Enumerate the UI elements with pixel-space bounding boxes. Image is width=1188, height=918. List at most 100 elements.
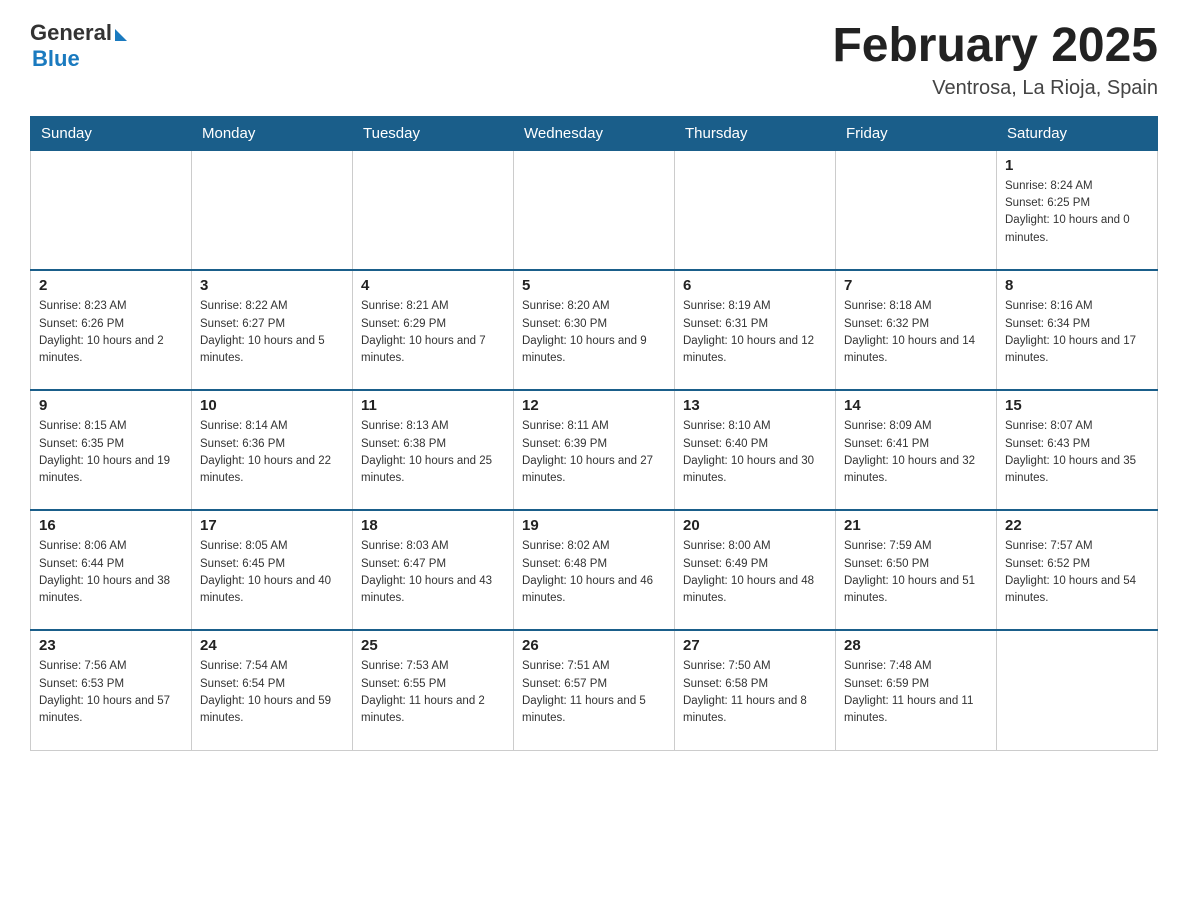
calendar-cell bbox=[192, 150, 353, 270]
calendar-header-friday: Friday bbox=[836, 116, 997, 150]
day-info: Sunrise: 8:07 AMSunset: 6:43 PMDaylight:… bbox=[1005, 418, 1149, 487]
day-number: 2 bbox=[39, 277, 183, 294]
calendar-cell bbox=[31, 150, 192, 270]
day-number: 26 bbox=[522, 637, 666, 654]
day-number: 7 bbox=[844, 277, 988, 294]
calendar-header-saturday: Saturday bbox=[997, 116, 1158, 150]
calendar-cell: 15 Sunrise: 8:07 AMSunset: 6:43 PMDayligh… bbox=[997, 390, 1158, 510]
calendar-cell: 7 Sunrise: 8:18 AMSunset: 6:32 PMDaylight… bbox=[836, 270, 997, 390]
logo-blue-text: Blue bbox=[32, 46, 80, 72]
day-number: 27 bbox=[683, 637, 827, 654]
day-info: Sunrise: 8:09 AMSunset: 6:41 PMDaylight:… bbox=[844, 418, 988, 487]
day-number: 28 bbox=[844, 637, 988, 654]
day-number: 11 bbox=[361, 397, 505, 414]
calendar-cell: 5 Sunrise: 8:20 AMSunset: 6:30 PMDaylight… bbox=[514, 270, 675, 390]
calendar-cell: 12 Sunrise: 8:11 AMSunset: 6:39 PMDayligh… bbox=[514, 390, 675, 510]
day-info: Sunrise: 7:57 AMSunset: 6:52 PMDaylight:… bbox=[1005, 538, 1149, 607]
calendar-cell: 22 Sunrise: 7:57 AMSunset: 6:52 PMDayligh… bbox=[997, 510, 1158, 630]
location-subtitle: Ventrosa, La Rioja, Spain bbox=[832, 77, 1158, 100]
day-number: 3 bbox=[200, 277, 344, 294]
day-info: Sunrise: 8:24 AMSunset: 6:25 PMDaylight:… bbox=[1005, 178, 1149, 247]
day-info: Sunrise: 8:10 AMSunset: 6:40 PMDaylight:… bbox=[683, 418, 827, 487]
day-number: 9 bbox=[39, 397, 183, 414]
day-info: Sunrise: 8:20 AMSunset: 6:30 PMDaylight:… bbox=[522, 298, 666, 367]
calendar-cell: 8Sunrise: 8:16 AMSunset: 6:34 PMDaylight… bbox=[997, 270, 1158, 390]
week-row-5: 23 Sunrise: 7:56 AMSunset: 6:53 PMDayligh… bbox=[31, 630, 1158, 750]
calendar-cell: 11Sunrise: 8:13 AMSunset: 6:38 PMDayligh… bbox=[353, 390, 514, 510]
day-number: 22 bbox=[1005, 517, 1149, 534]
calendar-header-wednesday: Wednesday bbox=[514, 116, 675, 150]
day-info: Sunrise: 8:06 AMSunset: 6:44 PMDaylight:… bbox=[39, 538, 183, 607]
day-number: 4 bbox=[361, 277, 505, 294]
day-info: Sunrise: 7:53 AMSunset: 6:55 PMDaylight:… bbox=[361, 658, 505, 727]
calendar-cell: 21 Sunrise: 7:59 AMSunset: 6:50 PMDayligh… bbox=[836, 510, 997, 630]
day-info: Sunrise: 8:21 AMSunset: 6:29 PMDaylight:… bbox=[361, 298, 505, 367]
calendar-cell bbox=[836, 150, 997, 270]
calendar-cell: 9 Sunrise: 8:15 AMSunset: 6:35 PMDaylight… bbox=[31, 390, 192, 510]
calendar-cell: 19Sunrise: 8:02 AMSunset: 6:48 PMDayligh… bbox=[514, 510, 675, 630]
calendar-table: SundayMondayTuesdayWednesdayThursdayFrid… bbox=[30, 116, 1158, 751]
calendar-header-thursday: Thursday bbox=[675, 116, 836, 150]
day-number: 13 bbox=[683, 397, 827, 414]
day-info: Sunrise: 8:03 AMSunset: 6:47 PMDaylight:… bbox=[361, 538, 505, 607]
calendar-cell: 20 Sunrise: 8:00 AMSunset: 6:49 PMDayligh… bbox=[675, 510, 836, 630]
calendar-cell: 3 Sunrise: 8:22 AMSunset: 6:27 PMDaylight… bbox=[192, 270, 353, 390]
calendar-cell: 1 Sunrise: 8:24 AMSunset: 6:25 PMDaylight… bbox=[997, 150, 1158, 270]
calendar-cell bbox=[514, 150, 675, 270]
calendar-cell: 16 Sunrise: 8:06 AMSunset: 6:44 PMDayligh… bbox=[31, 510, 192, 630]
day-number: 23 bbox=[39, 637, 183, 654]
day-info: Sunrise: 8:18 AMSunset: 6:32 PMDaylight:… bbox=[844, 298, 988, 367]
calendar-cell: 10 Sunrise: 8:14 AMSunset: 6:36 PMDayligh… bbox=[192, 390, 353, 510]
day-number: 5 bbox=[522, 277, 666, 294]
day-number: 15 bbox=[1005, 397, 1149, 414]
logo-general-text: General bbox=[30, 20, 112, 46]
day-number: 16 bbox=[39, 517, 183, 534]
calendar-cell: 2 Sunrise: 8:23 AMSunset: 6:26 PMDaylight… bbox=[31, 270, 192, 390]
calendar-cell bbox=[997, 630, 1158, 750]
day-number: 21 bbox=[844, 517, 988, 534]
day-number: 12 bbox=[522, 397, 666, 414]
week-row-3: 9 Sunrise: 8:15 AMSunset: 6:35 PMDaylight… bbox=[31, 390, 1158, 510]
logo-arrow-icon bbox=[115, 29, 127, 41]
calendar-cell: 4 Sunrise: 8:21 AMSunset: 6:29 PMDaylight… bbox=[353, 270, 514, 390]
calendar-header-monday: Monday bbox=[192, 116, 353, 150]
day-info: Sunrise: 8:00 AMSunset: 6:49 PMDaylight:… bbox=[683, 538, 827, 607]
day-number: 25 bbox=[361, 637, 505, 654]
week-row-1: 1 Sunrise: 8:24 AMSunset: 6:25 PMDaylight… bbox=[31, 150, 1158, 270]
day-info: Sunrise: 8:23 AMSunset: 6:26 PMDaylight:… bbox=[39, 298, 183, 367]
calendar-cell: 25 Sunrise: 7:53 AMSunset: 6:55 PMDayligh… bbox=[353, 630, 514, 750]
day-number: 18 bbox=[361, 517, 505, 534]
day-info: Sunrise: 7:59 AMSunset: 6:50 PMDaylight:… bbox=[844, 538, 988, 607]
calendar-cell: 14 Sunrise: 8:09 AMSunset: 6:41 PMDayligh… bbox=[836, 390, 997, 510]
day-info: Sunrise: 7:51 AMSunset: 6:57 PMDaylight:… bbox=[522, 658, 666, 727]
day-info: Sunrise: 8:05 AMSunset: 6:45 PMDaylight:… bbox=[200, 538, 344, 607]
day-number: 10 bbox=[200, 397, 344, 414]
calendar-cell: 26 Sunrise: 7:51 AMSunset: 6:57 PMDayligh… bbox=[514, 630, 675, 750]
day-info: Sunrise: 8:14 AMSunset: 6:36 PMDaylight:… bbox=[200, 418, 344, 487]
day-info: Sunrise: 7:56 AMSunset: 6:53 PMDaylight:… bbox=[39, 658, 183, 727]
day-info: Sunrise: 8:19 AMSunset: 6:31 PMDaylight:… bbox=[683, 298, 827, 367]
calendar-header-sunday: Sunday bbox=[31, 116, 192, 150]
calendar-cell: 17 Sunrise: 8:05 AMSunset: 6:45 PMDayligh… bbox=[192, 510, 353, 630]
calendar-cell: 13 Sunrise: 8:10 AMSunset: 6:40 PMDayligh… bbox=[675, 390, 836, 510]
calendar-cell: 23 Sunrise: 7:56 AMSunset: 6:53 PMDayligh… bbox=[31, 630, 192, 750]
calendar-cell: 27Sunrise: 7:50 AMSunset: 6:58 PMDayligh… bbox=[675, 630, 836, 750]
calendar-cell: 18 Sunrise: 8:03 AMSunset: 6:47 PMDayligh… bbox=[353, 510, 514, 630]
calendar-cell: 24 Sunrise: 7:54 AMSunset: 6:54 PMDayligh… bbox=[192, 630, 353, 750]
day-number: 24 bbox=[200, 637, 344, 654]
calendar-cell bbox=[675, 150, 836, 270]
day-number: 14 bbox=[844, 397, 988, 414]
day-info: Sunrise: 8:11 AMSunset: 6:39 PMDaylight:… bbox=[522, 418, 666, 487]
day-number: 20 bbox=[683, 517, 827, 534]
day-info: Sunrise: 7:54 AMSunset: 6:54 PMDaylight:… bbox=[200, 658, 344, 727]
calendar-cell bbox=[353, 150, 514, 270]
day-number: 17 bbox=[200, 517, 344, 534]
day-info: Sunrise: 8:15 AMSunset: 6:35 PMDaylight:… bbox=[39, 418, 183, 487]
day-info: Sunrise: 8:16 AMSunset: 6:34 PMDaylight:… bbox=[1005, 298, 1149, 367]
day-info: Sunrise: 8:22 AMSunset: 6:27 PMDaylight:… bbox=[200, 298, 344, 367]
calendar-cell: 28Sunrise: 7:48 AMSunset: 6:59 PMDayligh… bbox=[836, 630, 997, 750]
page-header: General Blue February 2025 Ventrosa, La … bbox=[30, 20, 1158, 100]
day-number: 1 bbox=[1005, 157, 1149, 174]
month-year-title: February 2025 bbox=[832, 20, 1158, 73]
day-number: 19 bbox=[522, 517, 666, 534]
